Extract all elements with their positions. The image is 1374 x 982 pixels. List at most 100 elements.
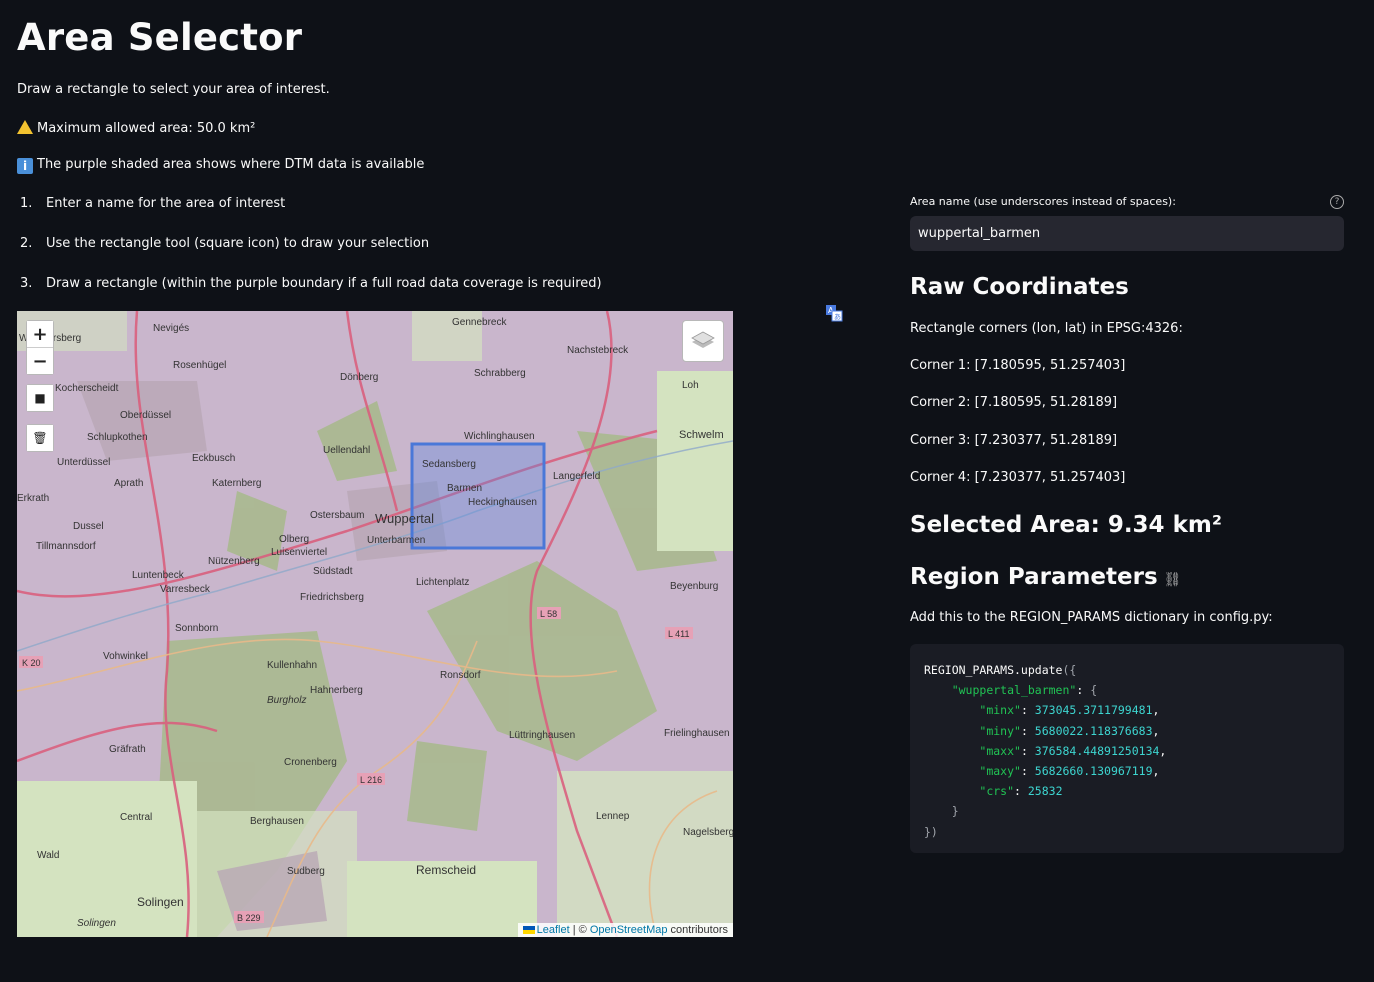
svg-text:Frielinghausen: Frielinghausen	[664, 728, 730, 739]
svg-text:Ostersbaum: Ostersbaum	[310, 510, 364, 521]
area-name-input[interactable]	[910, 216, 1344, 251]
svg-text:Sonnborn: Sonnborn	[175, 623, 218, 634]
list-item: 3. Draw a rectangle (within the purple bo…	[20, 276, 602, 291]
corner-1: Corner 1: [7.180595, 51.257403]	[910, 358, 1126, 373]
coords-intro: Rectangle corners (lon, lat) in EPSG:432…	[910, 321, 1183, 336]
svg-text:Gräfrath: Gräfrath	[109, 744, 146, 755]
instruction-list: 1. Enter a name for the area of interest …	[17, 196, 602, 316]
svg-text:Loh: Loh	[682, 380, 699, 391]
corner-2: Corner 2: [7.180595, 51.28189]	[910, 395, 1118, 410]
svg-text:Langerfeld: Langerfeld	[553, 471, 600, 482]
svg-text:L 58: L 58	[540, 609, 557, 619]
warning-text: Maximum allowed area: 50.0 km²	[37, 121, 256, 136]
svg-text:Schrabberg: Schrabberg	[474, 368, 526, 379]
svg-text:Wald: Wald	[37, 850, 59, 861]
zoom-out-button[interactable]: −	[27, 347, 53, 374]
svg-text:Dussel: Dussel	[73, 521, 104, 532]
svg-text:Luisenviertel: Luisenviertel	[271, 547, 327, 558]
corner-4: Corner 4: [7.230377, 51.257403]	[910, 470, 1126, 485]
svg-text:Oberdüssel: Oberdüssel	[120, 410, 171, 421]
list-item: 2. Use the rectangle tool (square icon) t…	[20, 236, 430, 251]
svg-text:Friedrichsberg: Friedrichsberg	[300, 592, 364, 603]
svg-text:Burgholz: Burgholz	[267, 695, 306, 706]
delete-button[interactable]: 🗑	[27, 425, 53, 451]
svg-text:K 20: K 20	[22, 658, 41, 668]
svg-text:Sedansberg: Sedansberg	[422, 459, 476, 470]
svg-text:Vohwinkel: Vohwinkel	[103, 651, 148, 662]
osm-link[interactable]: OpenStreetMap	[590, 924, 668, 936]
svg-text:Lüttringhausen: Lüttringhausen	[509, 730, 575, 741]
svg-text:Sudberg: Sudberg	[287, 866, 325, 877]
svg-text:Schwelm: Schwelm	[679, 429, 724, 441]
svg-text:Olberg: Olberg	[279, 534, 309, 545]
svg-text:Rosenhügel: Rosenhügel	[173, 360, 226, 371]
svg-text:Dönberg: Dönberg	[340, 372, 378, 383]
svg-text:Erkrath: Erkrath	[17, 493, 49, 504]
draw-rectangle-button[interactable]: ■	[27, 385, 53, 411]
svg-text:Ronsdorf: Ronsdorf	[440, 670, 481, 681]
ukraine-flag-icon	[522, 926, 535, 935]
info-text: The purple shaded area shows where DTM d…	[37, 157, 425, 172]
subtitle: Draw a rectangle to select your area of …	[17, 82, 330, 97]
svg-text:L 411: L 411	[668, 629, 690, 639]
svg-text:Beyenburg: Beyenburg	[670, 581, 718, 592]
leaflet-link[interactable]: Leaflet	[537, 924, 570, 936]
svg-text:Heckinghausen: Heckinghausen	[468, 497, 537, 508]
zoom-control: + −	[26, 320, 54, 375]
map-attribution: Leaflet | © OpenStreetMap contributors	[517, 923, 733, 937]
region-intro: Add this to the REGION_PARAMS dictionary…	[910, 610, 1273, 625]
svg-text:Solingen: Solingen	[137, 895, 184, 909]
translate-icon[interactable]: A あ	[825, 304, 843, 322]
svg-text:Lichtenplatz: Lichtenplatz	[416, 577, 469, 588]
svg-text:Central: Central	[120, 812, 152, 823]
svg-text:Nagelsberg: Nagelsberg	[683, 827, 733, 838]
svg-text:Aprath: Aprath	[114, 478, 143, 489]
layers-control[interactable]	[682, 320, 724, 362]
warning-message: Maximum allowed area: 50.0 km²	[17, 118, 255, 136]
svg-text:Eckbusch: Eckbusch	[192, 453, 235, 464]
selected-area-heading: Selected Area: 9.34 km²	[910, 512, 1222, 538]
svg-text:Wuppertal: Wuppertal	[375, 511, 434, 526]
svg-text:Cronenberg: Cronenberg	[284, 757, 337, 768]
svg-text:Kullenhahn: Kullenhahn	[267, 660, 317, 671]
svg-text:Barmen: Barmen	[447, 483, 482, 494]
region-parameters-heading: Region Parameters ⛓	[910, 564, 1182, 590]
svg-text:Nützenberg: Nützenberg	[208, 556, 260, 567]
svg-text:Unterbarmen: Unterbarmen	[367, 535, 425, 546]
info-icon: i	[17, 158, 33, 174]
svg-text:Nevigés: Nevigés	[153, 323, 189, 334]
svg-text:Südstadt: Südstadt	[313, 566, 353, 577]
raw-coordinates-heading: Raw Coordinates	[910, 274, 1129, 300]
svg-text:Hahnerberg: Hahnerberg	[310, 685, 363, 696]
corner-3: Corner 3: [7.230377, 51.28189]	[910, 433, 1118, 448]
list-item: 1. Enter a name for the area of interest	[20, 196, 286, 211]
svg-text:Gennebreck: Gennebreck	[452, 317, 507, 328]
svg-text:Luntenbeck: Luntenbeck	[132, 570, 185, 581]
app-page: Area Selector Draw a rectangle to select…	[0, 0, 1374, 982]
link-icon[interactable]: ⛓	[1164, 572, 1182, 588]
info-message: i The purple shaded area shows where DTM …	[17, 156, 425, 174]
svg-text:Katernberg: Katernberg	[212, 478, 261, 489]
svg-text:Varresbeck: Varresbeck	[160, 584, 211, 595]
map-tiles[interactable]: Gennebreck Wimmersberg Nevigés Nachstebr…	[17, 311, 733, 937]
svg-text:Remscheid: Remscheid	[416, 863, 476, 877]
draw-toolbar: ■	[26, 384, 54, 412]
svg-text:Lennep: Lennep	[596, 811, 630, 822]
svg-text:L 216: L 216	[360, 775, 382, 785]
layers-icon	[691, 331, 715, 348]
svg-text:Berghausen: Berghausen	[250, 816, 304, 827]
map-view[interactable]: Gennebreck Wimmersberg Nevigés Nachstebr…	[17, 311, 733, 937]
svg-text:Nachstebreck: Nachstebreck	[567, 345, 629, 356]
svg-text:B 229: B 229	[237, 913, 261, 923]
svg-text:Wichlinghausen: Wichlinghausen	[464, 431, 535, 442]
edit-toolbar: 🗑	[26, 424, 54, 452]
page-title: Area Selector	[17, 16, 303, 59]
help-icon[interactable]: ?	[1330, 195, 1344, 209]
zoom-in-button[interactable]: +	[27, 321, 53, 347]
svg-text:Uellendahl: Uellendahl	[323, 445, 370, 456]
svg-text:Unterdüssel: Unterdüssel	[57, 457, 110, 468]
svg-text:Schlupkothen: Schlupkothen	[87, 432, 148, 443]
svg-text:Kocherscheidt: Kocherscheidt	[55, 383, 119, 394]
code-block: REGION_PARAMS.update({ "wuppertal_barmen…	[910, 644, 1344, 853]
warning-icon	[17, 120, 33, 134]
